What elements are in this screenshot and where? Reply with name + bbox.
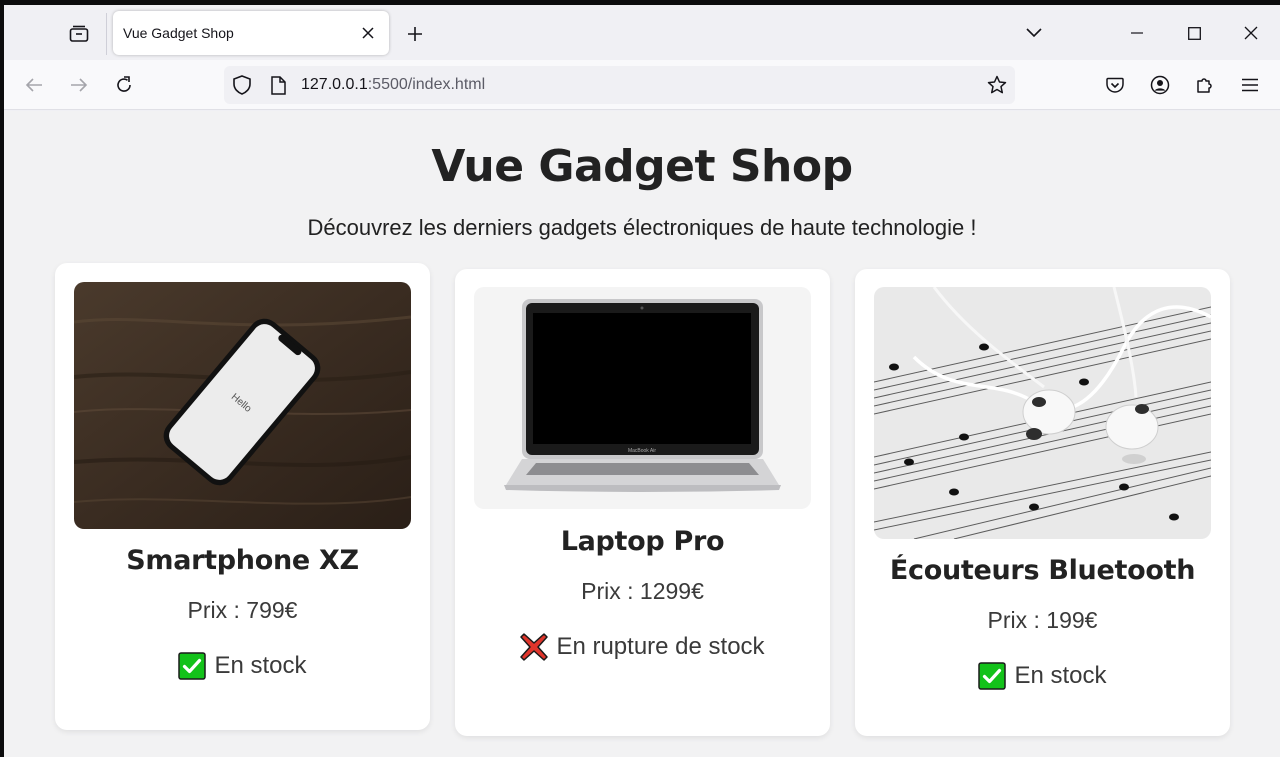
cross-mark-icon <box>520 633 549 661</box>
stock-status: En rupture de stock <box>455 633 830 661</box>
close-icon <box>1244 26 1258 40</box>
new-tab-button[interactable] <box>402 21 428 47</box>
tab-strip: Vue Gadget Shop <box>4 5 1280 60</box>
pocket-button[interactable] <box>1101 71 1129 99</box>
puzzle-icon <box>1195 75 1215 95</box>
list-all-tabs-button[interactable] <box>1022 21 1046 45</box>
tab-manager-button[interactable] <box>64 19 94 49</box>
maximize-icon <box>1187 26 1201 40</box>
url-path: :5500/index.html <box>367 76 486 93</box>
product-image: Hello <box>74 282 411 529</box>
hamburger-menu-icon <box>1241 78 1259 92</box>
browser-window: Vue Gadget Shop 127.0.0.1:5500/index.htm… <box>4 5 1280 757</box>
chevron-down-icon <box>1026 28 1042 38</box>
star-icon <box>987 75 1007 95</box>
minimize-button[interactable] <box>1122 19 1152 47</box>
product-card: MacBook Air Laptop Pro Prix : 1299€ En r… <box>455 269 830 736</box>
product-card: Écouteurs Bluetooth Prix : 199€ En stock <box>855 269 1230 736</box>
arrow-right-icon <box>70 77 88 93</box>
menu-button[interactable] <box>1236 71 1264 99</box>
stock-status: En stock <box>55 652 430 680</box>
shield-icon <box>233 75 251 95</box>
stock-status: En stock <box>855 662 1230 690</box>
tab-active[interactable]: Vue Gadget Shop <box>113 11 389 55</box>
product-name: Smartphone XZ <box>126 545 359 576</box>
arrow-left-icon <box>25 77 43 93</box>
check-mark-icon <box>978 662 1007 690</box>
pocket-icon <box>1106 77 1124 94</box>
laptop-brand-text: MacBook Air <box>628 448 656 454</box>
site-info-button[interactable] <box>268 75 288 95</box>
product-name: Écouteurs Bluetooth <box>889 555 1196 586</box>
back-button[interactable] <box>20 71 48 99</box>
tracking-protection-button[interactable] <box>232 75 252 95</box>
product-price: Prix : 799€ <box>187 597 298 623</box>
stock-label: En stock <box>214 652 307 679</box>
product-image <box>874 287 1211 539</box>
product-price: Prix : 199€ <box>987 607 1098 633</box>
bookmark-button[interactable] <box>987 75 1007 95</box>
account-icon <box>1150 75 1170 95</box>
stock-label: En rupture de stock <box>556 633 765 660</box>
page-title: Vue Gadget Shop <box>431 141 853 192</box>
product-price: Prix : 1299€ <box>581 578 704 604</box>
url-host: 127.0.0.1 <box>301 76 368 93</box>
product-name: Laptop Pro <box>560 526 725 557</box>
tab-strip-separator <box>106 13 107 55</box>
close-icon <box>362 27 374 39</box>
navigation-toolbar: 127.0.0.1:5500/index.html <box>4 60 1280 110</box>
close-window-button[interactable] <box>1236 19 1266 47</box>
minimize-icon <box>1131 32 1143 34</box>
maximize-button[interactable] <box>1179 19 1209 47</box>
account-button[interactable] <box>1146 71 1174 99</box>
tab-close-button[interactable] <box>359 24 377 42</box>
reload-icon <box>115 76 133 94</box>
plus-icon <box>407 26 423 42</box>
tab-title: Vue Gadget Shop <box>123 25 234 41</box>
tray-icon <box>69 25 89 43</box>
product-image: MacBook Air <box>474 287 811 509</box>
check-mark-icon <box>178 652 207 680</box>
forward-button[interactable] <box>65 71 93 99</box>
extensions-button[interactable] <box>1191 71 1219 99</box>
page-subtitle: Découvrez les derniers gadgets électroni… <box>307 215 977 240</box>
page-content: Vue Gadget Shop Découvrez les derniers g… <box>4 111 1280 757</box>
url-text[interactable]: 127.0.0.1:5500/index.html <box>301 76 485 94</box>
page-icon <box>270 75 286 95</box>
reload-button[interactable] <box>110 71 138 99</box>
stock-label: En stock <box>1014 662 1107 689</box>
product-card: Hello Smartphone XZ Prix : 799€ En stock <box>55 263 430 730</box>
address-bar[interactable]: 127.0.0.1:5500/index.html <box>224 66 1015 104</box>
